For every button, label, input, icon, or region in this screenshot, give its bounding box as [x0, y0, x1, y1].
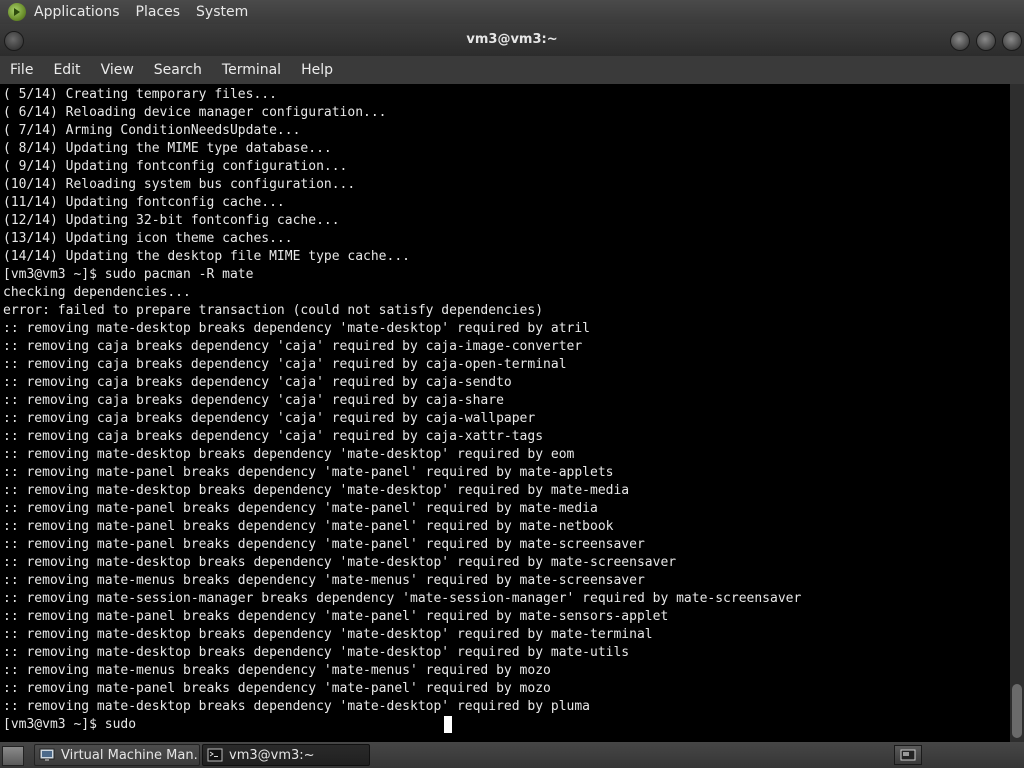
terminal-line: :: removing mate-desktop breaks dependen… [3, 627, 653, 642]
terminal-line: ( 6/14) Reloading device manager configu… [3, 105, 387, 120]
terminal-line: :: removing caja breaks dependency 'caja… [3, 339, 583, 354]
terminal-line: (12/14) Updating 32-bit fontconfig cache… [3, 213, 340, 228]
system-menu[interactable]: System [196, 4, 248, 20]
virtual-machine-manager-icon [39, 748, 55, 761]
window-title: vm3@vm3:~ [466, 32, 558, 47]
task-terminal[interactable]: vm3@vm3:~ [202, 744, 370, 766]
menu-help[interactable]: Help [291, 62, 343, 78]
terminal-line: :: removing mate-panel breaks dependency… [3, 609, 669, 624]
task-label: vm3@vm3:~ [229, 747, 315, 763]
terminal-prompt-line[interactable]: [vm3@vm3 ~]$ sudo [3, 716, 801, 734]
maximize-button[interactable] [976, 31, 996, 51]
terminal-line: :: removing mate-desktop breaks dependen… [3, 447, 575, 462]
terminal-line: :: removing caja breaks dependency 'caja… [3, 429, 544, 444]
text-cursor [444, 716, 453, 733]
terminal-line: (13/14) Updating icon theme caches... [3, 231, 293, 246]
terminal-line: ( 9/14) Updating fontconfig configuratio… [3, 159, 348, 174]
terminal-line: :: removing mate-desktop breaks dependen… [3, 645, 630, 660]
bottom-panel: Virtual Machine Man... vm3@vm3:~ [0, 742, 1024, 768]
terminal-line: :: removing mate-desktop breaks dependen… [3, 321, 590, 336]
terminal-icon [207, 748, 223, 762]
menu-terminal[interactable]: Terminal [212, 62, 291, 78]
workspace-switcher-icon[interactable] [894, 745, 922, 765]
terminal-line: :: removing mate-panel breaks dependency… [3, 681, 551, 696]
terminal-line: (11/14) Updating fontconfig cache... [3, 195, 285, 210]
menu-edit[interactable]: Edit [43, 62, 90, 78]
menu-search[interactable]: Search [144, 62, 212, 78]
scrollbar-thumb[interactable] [1012, 684, 1022, 738]
terminal-line: :: removing mate-desktop breaks dependen… [3, 483, 630, 498]
terminal-line: :: removing mate-menus breaks dependency… [3, 573, 645, 588]
terminal-line: :: removing caja breaks dependency 'caja… [3, 393, 504, 408]
terminal-line: ( 7/14) Arming ConditionNeedsUpdate... [3, 123, 301, 138]
task-virtual-machine-manager[interactable]: Virtual Machine Man... [34, 744, 200, 766]
applications-menu[interactable]: Applications [34, 4, 120, 20]
terminal-line: checking dependencies... [3, 285, 191, 300]
mate-logo-icon[interactable] [8, 3, 26, 21]
terminal-line: (10/14) Reloading system bus configurati… [3, 177, 356, 192]
terminal-menubar: File Edit View Search Terminal Help [0, 56, 1024, 84]
terminal-line: (14/14) Updating the desktop file MIME t… [3, 249, 410, 264]
terminal-scrollbar[interactable] [1010, 84, 1024, 742]
terminal-line: ( 5/14) Creating temporary files... [3, 87, 277, 102]
menu-view[interactable]: View [91, 62, 144, 78]
terminal-line: ( 8/14) Updating the MIME type database.… [3, 141, 332, 156]
top-panel: Applications Places System [0, 0, 1024, 24]
terminal-lines: ( 5/14) Creating temporary files... ( 6/1… [3, 86, 801, 734]
terminal-line: :: removing mate-session-manager breaks … [3, 591, 802, 606]
terminal-line: error: failed to prepare transaction (co… [3, 303, 544, 318]
terminal-line: :: removing mate-desktop breaks dependen… [3, 699, 590, 714]
terminal-line: [vm3@vm3 ~]$ sudo pacman -R mate [3, 267, 254, 282]
show-desktop-icon[interactable] [2, 746, 24, 766]
close-button[interactable] [1002, 31, 1022, 51]
prompt-text: [vm3@vm3 ~]$ sudo [3, 717, 137, 732]
terminal-output[interactable]: ( 5/14) Creating temporary files... ( 6/1… [0, 84, 1010, 742]
terminal-line: :: removing caja breaks dependency 'caja… [3, 357, 567, 372]
terminal-line: :: removing mate-panel breaks dependency… [3, 465, 614, 480]
task-label: Virtual Machine Man... [61, 747, 200, 763]
terminal-line: :: removing mate-panel breaks dependency… [3, 501, 598, 516]
minimize-button[interactable] [950, 31, 970, 51]
terminal-line: :: removing mate-desktop breaks dependen… [3, 555, 677, 570]
terminal-line: :: removing mate-panel breaks dependency… [3, 519, 614, 534]
window-titlebar[interactable]: vm3@vm3:~ [0, 24, 1024, 56]
terminal-line: :: removing caja breaks dependency 'caja… [3, 375, 512, 390]
terminal-line: :: removing mate-panel breaks dependency… [3, 537, 645, 552]
places-menu[interactable]: Places [136, 4, 181, 20]
menu-file[interactable]: File [0, 62, 43, 78]
terminal-line: :: removing caja breaks dependency 'caja… [3, 411, 536, 426]
terminal-line: :: removing mate-menus breaks dependency… [3, 663, 551, 678]
